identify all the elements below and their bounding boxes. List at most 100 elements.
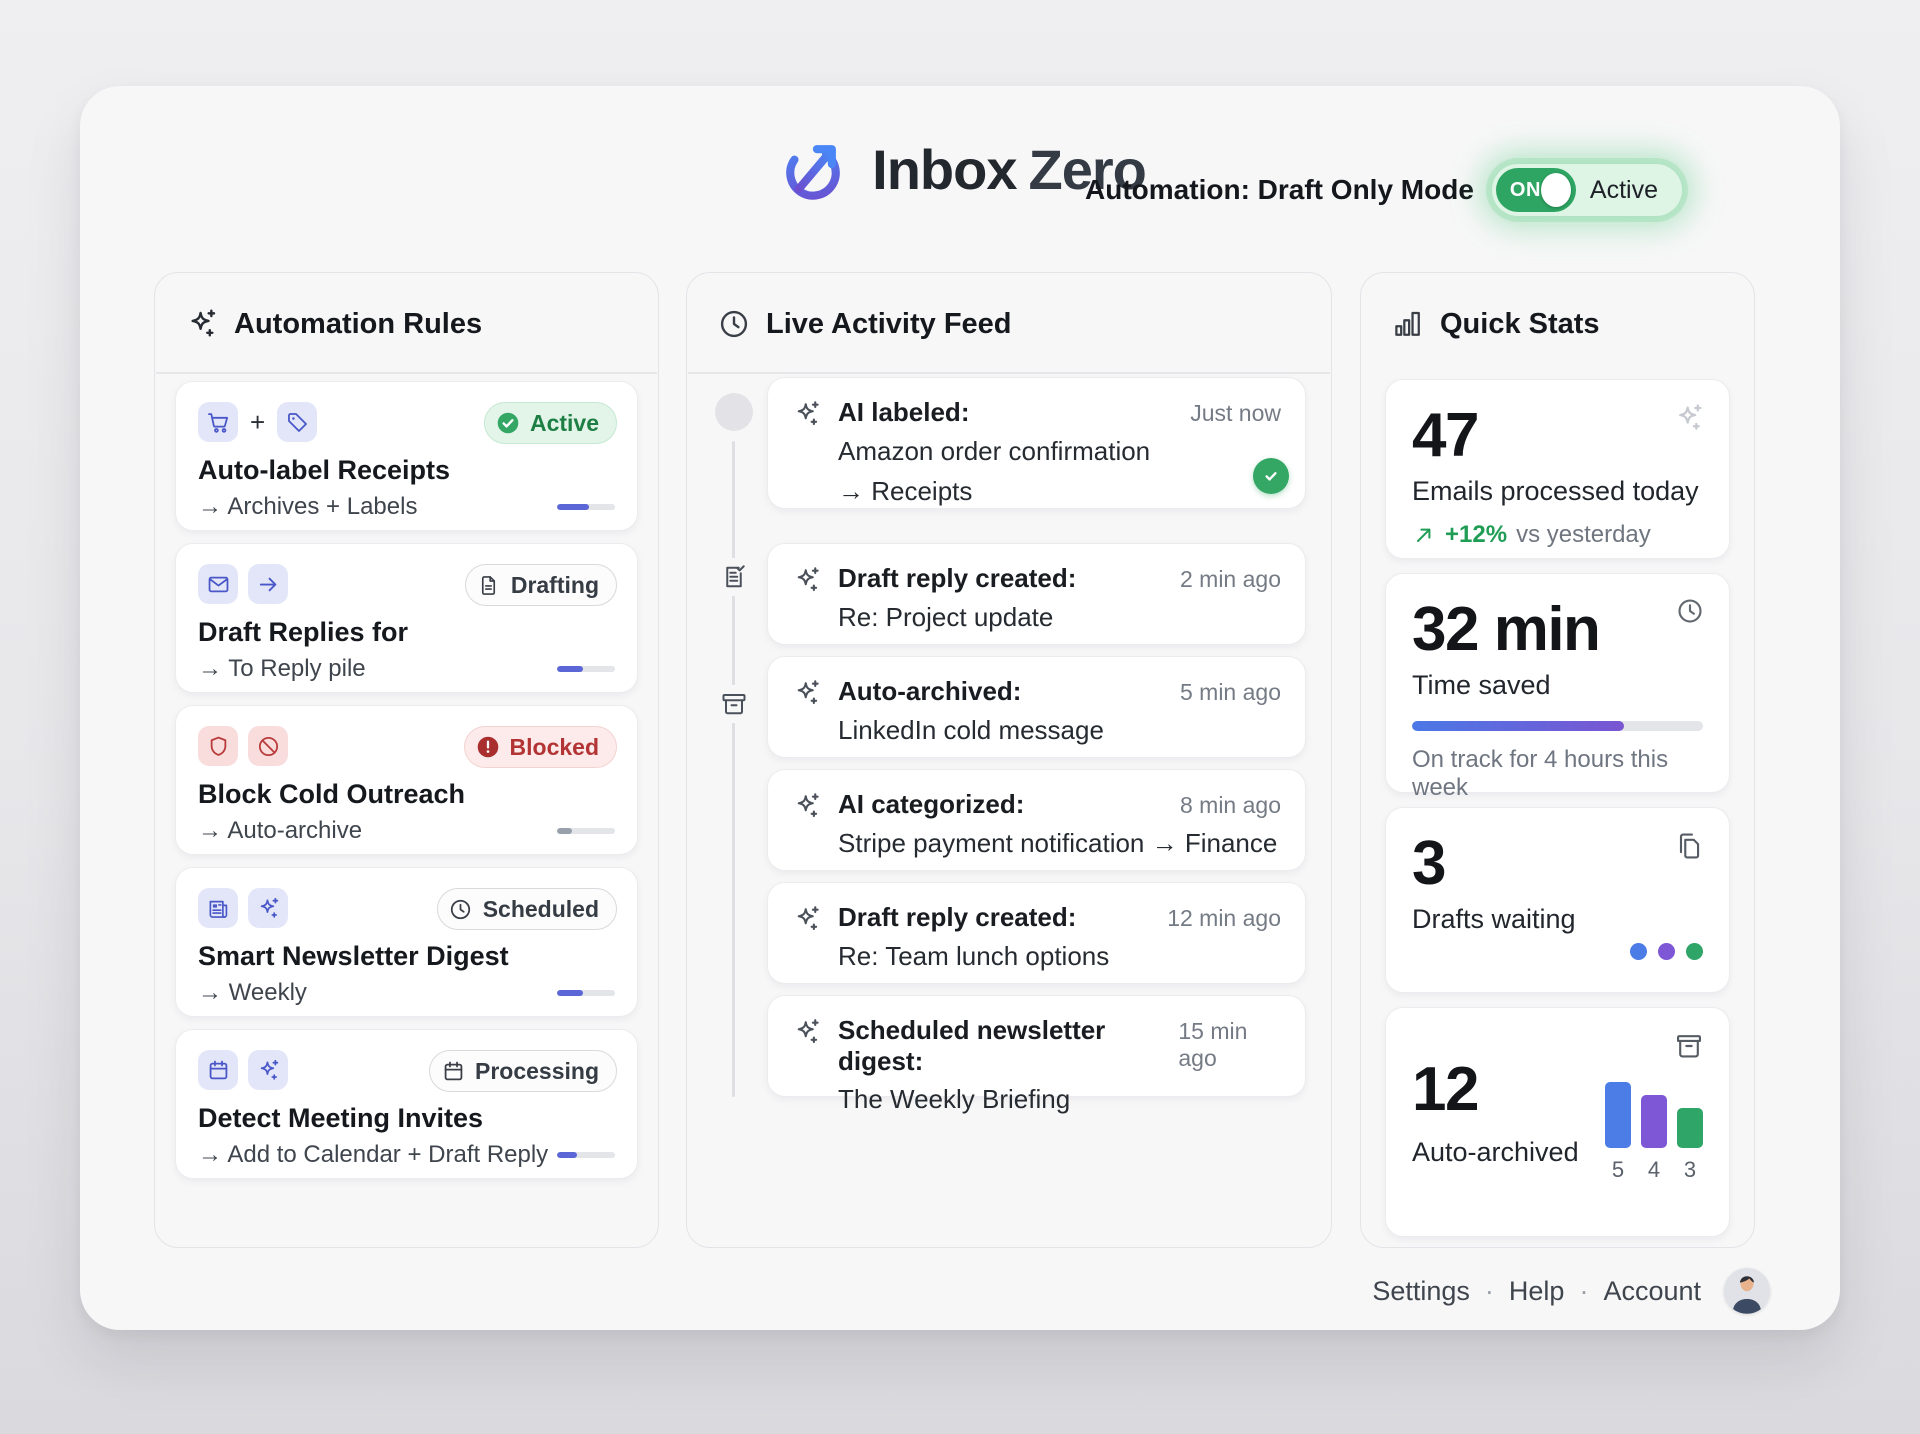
timeline-node [715, 393, 753, 431]
rule-card-draft-replies[interactable]: Drafting Draft Replies for → To Reply pi… [175, 543, 638, 693]
feed-item-newsletter-digest[interactable]: Scheduled newsletter digest: 15 min ago … [767, 995, 1306, 1097]
feed-item-title: Draft reply created: [838, 902, 1076, 933]
automation-toggle-group: ON Active [1492, 164, 1682, 216]
settings-link[interactable]: Settings [1372, 1276, 1470, 1307]
draft-dot [1686, 943, 1703, 960]
badge-label: Scheduled [483, 896, 599, 923]
stat-value: 47 [1412, 404, 1703, 467]
stat-label: Time saved [1412, 670, 1703, 701]
stat-card-auto-archived: 12 Auto-archived 5 4 3 [1385, 1007, 1730, 1237]
rule-progress [557, 666, 615, 672]
help-link[interactable]: Help [1509, 1276, 1565, 1307]
feed-item-detail: Amazon order confirmation [838, 435, 1281, 469]
panel-title: Live Activity Feed [766, 308, 1012, 341]
mini-chart-bar [1677, 1108, 1703, 1148]
feed-item-draft-reply-2[interactable]: Draft reply created: 12 min ago Re: Team… [767, 882, 1306, 984]
arrow-right-icon [248, 564, 288, 604]
rule-progress [557, 504, 615, 510]
live-activity-feed-panel: Live Activity Feed AI labeled: Just now … [686, 272, 1332, 1248]
badge-label: Active [530, 410, 599, 437]
stat-trend: +12% vs yesterday [1412, 521, 1703, 549]
shield-icon [198, 726, 238, 766]
rule-subtitle: → Auto-archive [198, 817, 362, 845]
tag-icon [277, 402, 317, 442]
rule-title: Block Cold Outreach [198, 779, 615, 810]
app-window: InboxZero Automation: Draft Only Mode ON… [80, 86, 1840, 1330]
rule-progress [557, 990, 615, 996]
draft-dots [1630, 943, 1703, 960]
status-badge-drafting: Drafting [465, 564, 617, 606]
rule-card-newsletter-digest[interactable]: Scheduled Smart Newsletter Digest → Week… [175, 867, 638, 1017]
sparkles-icon [792, 791, 822, 821]
mini-chart-bar-group: 3 [1677, 1108, 1703, 1183]
automation-toggle[interactable]: ON [1496, 168, 1576, 212]
avatar[interactable] [1724, 1268, 1770, 1314]
automation-rules-header: Automation Rules [185, 307, 482, 341]
feed-item-ai-categorized[interactable]: AI categorized: 8 min ago Stripe payment… [767, 769, 1306, 871]
mini-chart-bar-label: 3 [1684, 1157, 1696, 1183]
stat-card-drafts-waiting: 3 Drafts waiting [1385, 807, 1730, 993]
feed-item-ai-labeled[interactable]: AI labeled: Just now Amazon order confir… [767, 377, 1306, 509]
toggle-status-label: Active [1590, 176, 1658, 205]
rule-subtitle: → To Reply pile [198, 655, 366, 683]
automation-rules-panel: Automation Rules + Active Auto-label Rec… [154, 272, 659, 1248]
rule-title: Auto-label Receipts [198, 455, 615, 486]
live-activity-feed-header: Live Activity Feed [717, 307, 1012, 341]
rule-card-meeting-invites[interactable]: Processing Detect Meeting Invites → Add … [175, 1029, 638, 1179]
pages-icon [1673, 830, 1705, 862]
ban-icon [248, 726, 288, 766]
feed-item-time: Just now [1190, 397, 1281, 427]
account-link[interactable]: Account [1603, 1276, 1701, 1307]
feed-item-time: 8 min ago [1180, 789, 1281, 819]
toggle-knob [1541, 173, 1571, 207]
desktop-background: InboxZero Automation: Draft Only Mode ON… [0, 0, 1920, 1434]
app-title-primary: Inbox [872, 138, 1016, 201]
rule-title: Draft Replies for [198, 617, 615, 648]
rule-subtitle: → Weekly [198, 979, 307, 1007]
feed-item-title: Scheduled newsletter digest: [838, 1015, 1162, 1077]
draft-dot [1658, 943, 1675, 960]
document-icon [476, 572, 502, 598]
divider [688, 372, 1330, 374]
stat-value: 32 min [1412, 598, 1703, 661]
panel-title: Quick Stats [1440, 308, 1600, 341]
sparkles-icon [792, 1017, 822, 1047]
quick-stats-header: Quick Stats [1391, 307, 1600, 341]
trend-note: vs yesterday [1516, 521, 1651, 549]
feed-item-detail: LinkedIn cold message [838, 714, 1281, 748]
sparkles-icon [792, 565, 822, 595]
feed-item-time: 5 min ago [1180, 676, 1281, 706]
stat-card-time-saved: 32 min Time saved On track for 4 hours t… [1385, 573, 1730, 793]
timeline-line [732, 441, 735, 1097]
stat-label: Emails processed today [1412, 476, 1703, 507]
sparkles-icon [248, 888, 288, 928]
clock-icon [448, 896, 474, 922]
mini-chart-bar-group: 5 [1605, 1082, 1631, 1183]
rule-card-auto-label-receipts[interactable]: + Active Auto-label Receipts → Archives … [175, 381, 638, 531]
stat-label: Drafts waiting [1412, 904, 1703, 935]
sparkles-icon [792, 904, 822, 934]
sparkles-icon [185, 307, 219, 341]
sparkles-icon [1673, 402, 1705, 434]
mini-chart-bar [1641, 1095, 1667, 1148]
badge-label: Processing [475, 1058, 599, 1085]
feed-item-detail: Re: Team lunch options [838, 940, 1281, 974]
feed-item-time: 2 min ago [1180, 563, 1281, 593]
feed-item-draft-reply[interactable]: Draft reply created: 2 min ago Re: Proje… [767, 543, 1306, 645]
feed-item-auto-archived[interactable]: Auto-archived: 5 min ago LinkedIn cold m… [767, 656, 1306, 758]
sparkles-icon [792, 678, 822, 708]
feed-item-result: → Receipts [838, 475, 1281, 509]
mini-chart-bar-label: 4 [1648, 1157, 1660, 1183]
success-check-icon [1253, 458, 1289, 494]
feed-item-detail: Re: Project update [838, 601, 1281, 635]
status-badge-processing: Processing [429, 1050, 617, 1092]
feed-item-title: AI categorized: [838, 789, 1024, 820]
calendar-icon [198, 1050, 238, 1090]
status-badge-blocked: Blocked [464, 726, 617, 768]
feed-item-title: Draft reply created: [838, 563, 1076, 594]
stat-value: 3 [1412, 832, 1703, 895]
rule-card-block-cold-outreach[interactable]: Blocked Block Cold Outreach → Auto-archi… [175, 705, 638, 855]
bar-chart-icon [1391, 307, 1425, 341]
sparkles-icon [792, 399, 822, 429]
check-circle-icon [495, 410, 521, 436]
